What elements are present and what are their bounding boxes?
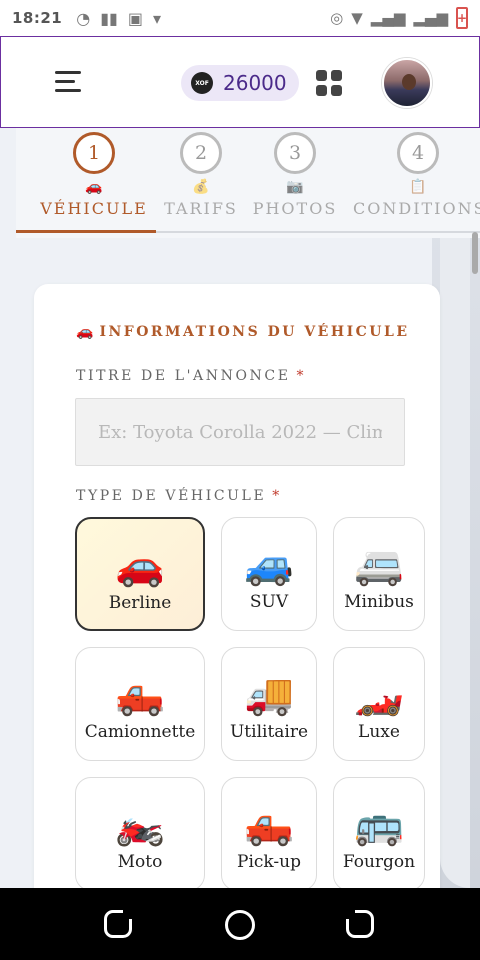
title-label: TITRE DE L'ANNONCE * <box>76 368 307 384</box>
avatar[interactable] <box>382 58 432 108</box>
background-decoration-inner <box>440 128 470 888</box>
home-icon[interactable] <box>225 910 255 940</box>
vehicle-info-card: 🚗 INFORMATIONS DU VÉHICULE TITRE DE L'ANN… <box>34 284 440 904</box>
active-tab-indicator <box>16 230 156 233</box>
vehicle-type-camionnette[interactable]: 🛻 Camionnette <box>75 647 205 761</box>
car-icon: 🚗 <box>85 179 103 195</box>
vehicle-type-label: TYPE DE VÉHICULE * <box>76 488 282 504</box>
vehicle-type-label: Pick-up <box>237 852 301 872</box>
currency-badge-icon: XOF <box>191 72 213 94</box>
scrollbar-thumb[interactable] <box>472 232 478 274</box>
step-number: 3 <box>274 132 316 174</box>
wallet-amount: 26000 <box>223 71 287 95</box>
vehicle-type-label: Minibus <box>344 592 414 612</box>
wallet-balance[interactable]: XOF 26000 <box>181 65 299 101</box>
vehicle-type-fourgon[interactable]: 🚌 Fourgon <box>333 777 425 891</box>
motorcycle-icon: 🏍️ <box>115 802 165 848</box>
step-number: 4 <box>397 132 439 174</box>
vehicle-type-label: Moto <box>117 852 163 872</box>
vehicle-type-luxe[interactable]: 🏎️ Luxe <box>333 647 425 761</box>
camera-icon: 📷 <box>286 179 304 195</box>
pickup-truck-icon: 🛻 <box>115 672 165 718</box>
sim-icon: ▮▮ <box>100 8 118 28</box>
notification-icon: ◔ <box>76 8 91 28</box>
recent-apps-icon[interactable] <box>104 909 133 938</box>
status-system-icons: ◎ ▼ ▂▄▆ ▂▄▆ + <box>330 7 468 29</box>
back-icon[interactable] <box>345 909 374 938</box>
bus-icon: 🚌 <box>354 802 404 848</box>
vehicle-type-suv[interactable]: 🚙 SUV <box>221 517 317 631</box>
wifi-icon: ▼ <box>351 9 363 27</box>
status-time: 18:21 <box>12 9 63 27</box>
minibus-icon: 🚐 <box>354 542 404 588</box>
suv-icon: 🚙 <box>244 542 294 588</box>
delivery-truck-icon: 🚚 <box>244 672 294 718</box>
step-label: VÉHICULE <box>40 199 148 218</box>
section-title: 🚗 INFORMATIONS DU VÉHICULE <box>76 324 410 340</box>
tab-conditions[interactable]: 4 📋 CONDITIONS <box>353 132 480 218</box>
listing-title-input[interactable] <box>75 398 405 466</box>
vehicle-type-label: Luxe <box>358 722 400 742</box>
step-tabs: 1 🚗 VÉHICULE 2 💰 TARIFS 3 📷 PHOTOS 4 📋 C… <box>16 128 480 238</box>
system-navigation-bar <box>0 888 480 960</box>
step-label: TARIFS <box>164 199 238 218</box>
vehicle-type-moto[interactable]: 🏍️ Moto <box>75 777 205 891</box>
tab-photos[interactable]: 3 📷 PHOTOS <box>248 132 342 218</box>
car-icon: 🚗 <box>76 324 94 340</box>
status-bar: 18:21 ◔ ▮▮ ▣ ▾ ◎ ▼ ▂▄▆ ▂▄▆ + <box>0 0 480 36</box>
tab-divider <box>156 231 480 233</box>
grid-apps-icon[interactable] <box>316 70 342 96</box>
vehicle-type-pick-up[interactable]: 🛻 Pick-up <box>221 777 317 891</box>
step-label: CONDITIONS <box>353 199 480 218</box>
signal2-icon: ▂▄▆ <box>413 9 448 27</box>
alarm-icon: ◎ <box>330 9 344 27</box>
tab-vehicule[interactable]: 1 🚗 VÉHICULE <box>24 132 164 218</box>
pickup-icon: 🛻 <box>244 802 294 848</box>
race-car-icon: 🏎️ <box>354 672 404 718</box>
vehicle-type-minibus[interactable]: 🚐 Minibus <box>333 517 425 631</box>
step-label: PHOTOS <box>252 199 338 218</box>
step-number: 1 <box>73 132 115 174</box>
battery-charging-icon: + <box>456 7 468 29</box>
vehicle-type-label: SUV <box>249 592 289 612</box>
vehicle-type-berline[interactable]: 🚗 Berline <box>75 517 205 631</box>
signal-icon: ▂▄▆ <box>370 9 406 27</box>
vehicle-type-utilitaire[interactable]: 🚚 Utilitaire <box>221 647 317 761</box>
vehicle-type-label: Berline <box>108 593 172 613</box>
money-bag-icon: 💰 <box>192 179 210 195</box>
vehicle-type-label: Camionnette <box>84 722 196 742</box>
clipboard-icon: 📋 <box>409 179 427 195</box>
sedan-icon: 🚗 <box>115 543 165 589</box>
hamburger-menu-icon[interactable] <box>55 71 81 93</box>
message-icon: ▣ <box>127 8 143 28</box>
vehicle-type-label: Utilitaire <box>229 722 309 742</box>
required-marker: * <box>296 368 307 384</box>
required-marker: * <box>272 488 282 504</box>
dropdown-dot-icon: ▾ <box>152 8 161 28</box>
vehicle-type-label: Fourgon <box>342 852 416 872</box>
step-number: 2 <box>180 132 222 174</box>
status-notification-icons: ◔ ▮▮ ▣ ▾ <box>76 9 161 28</box>
tab-tarifs[interactable]: 2 💰 TARIFS <box>159 132 243 218</box>
